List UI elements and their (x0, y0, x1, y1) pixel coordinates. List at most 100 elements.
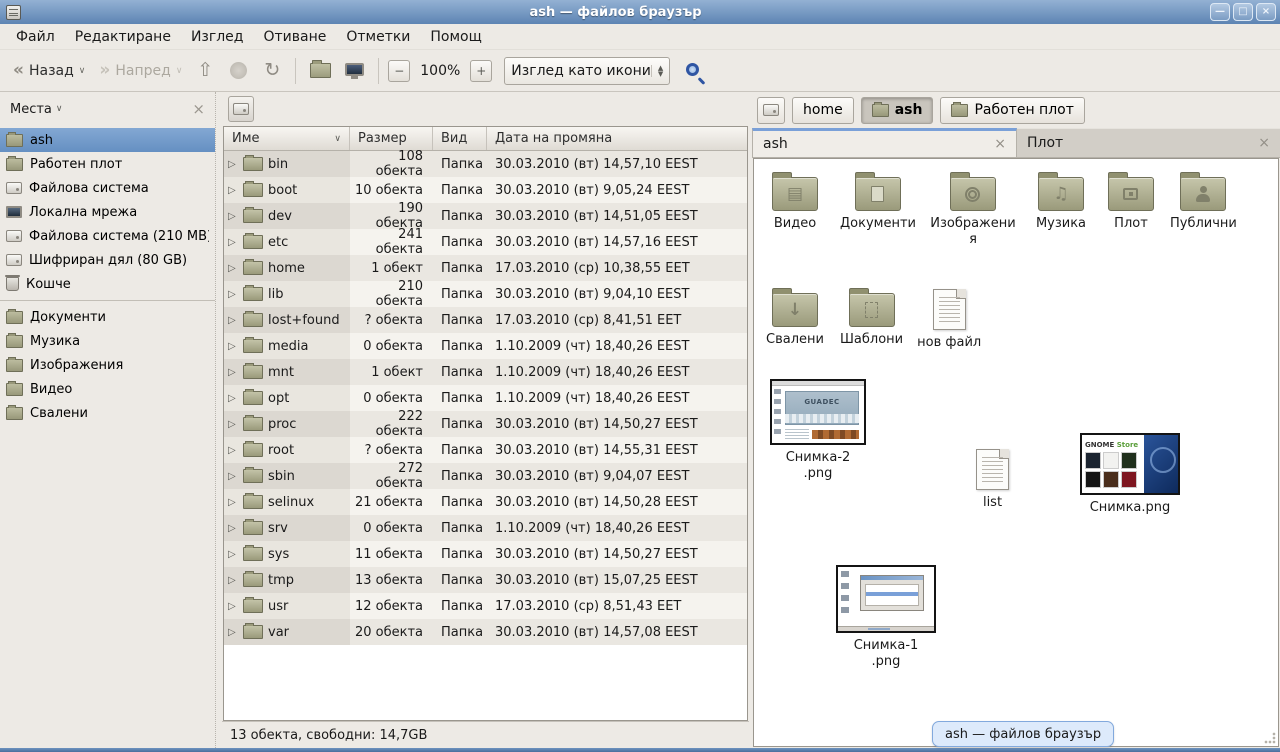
folder-music[interactable]: ♫Музика (1030, 171, 1092, 232)
table-row[interactable]: ▷media0 обектаПапка1.10.2009 (чт) 18,40,… (224, 333, 747, 359)
sidebar-item-filesystem-210mb[interactable]: Файлова система (210 MB) (0, 224, 215, 248)
file-snimka-1[interactable]: Снимка-1.png (836, 565, 936, 671)
table-row[interactable]: ▷etc241 обектаПапка30.03.2010 (вт) 14,57… (224, 229, 747, 255)
folder-desktop[interactable]: Плот (1106, 171, 1156, 232)
tab-close-icon[interactable]: × (994, 136, 1006, 152)
folder-pictures[interactable]: Изображения (930, 171, 1016, 249)
expander-icon[interactable]: ▷ (228, 497, 238, 508)
folder-templates[interactable]: Шаблони (840, 287, 903, 348)
expander-icon[interactable]: ▷ (228, 419, 238, 430)
table-row[interactable]: ▷opt0 обектаПапка1.10.2009 (чт) 18,40,26… (224, 385, 747, 411)
search-icon[interactable] (686, 63, 699, 76)
sidebar-item-encrypted[interactable]: Шифриран дял (80 GB) (0, 248, 215, 272)
sidebar-item-filesystem[interactable]: Файлова система (0, 176, 215, 200)
minimize-button[interactable]: — (1210, 3, 1230, 21)
table-row[interactable]: ▷tmp13 обектаПапка30.03.2010 (вт) 15,07,… (224, 567, 747, 593)
table-row[interactable]: ▷lost+found? обектаПапка17.03.2010 (ср) … (224, 307, 747, 333)
expander-icon[interactable]: ▷ (228, 471, 238, 482)
expander-icon[interactable]: ▷ (228, 263, 238, 274)
menu-file[interactable]: Файл (6, 26, 65, 48)
tab-ash[interactable]: ash× (752, 128, 1017, 157)
expander-icon[interactable]: ▷ (228, 575, 238, 586)
sidebar-close-icon[interactable]: × (192, 100, 205, 118)
title-bar[interactable]: ash — файлов браузър — □ × (0, 0, 1280, 24)
sidebar-item-home[interactable]: ash (0, 128, 215, 152)
forward-button[interactable]: » Напред ∨ (94, 58, 187, 83)
up-button[interactable]: ⇧ (191, 58, 219, 83)
sidebar-item-pictures[interactable]: Изображения (0, 353, 215, 377)
table-row[interactable]: ▷bin108 обектаПапка30.03.2010 (вт) 14,57… (224, 151, 747, 177)
sidebar-item-desktop[interactable]: Работен плот (0, 152, 215, 176)
menu-go[interactable]: Отиване (253, 26, 336, 48)
stop-button[interactable] (230, 62, 247, 79)
breadcrumb-desktop[interactable]: Работен плот (940, 97, 1084, 124)
expander-icon[interactable]: ▷ (228, 341, 238, 352)
forward-dropdown-icon[interactable]: ∨ (176, 66, 183, 76)
tab-close-icon[interactable]: × (1258, 135, 1270, 151)
table-row[interactable]: ▷boot10 обектаПапка30.03.2010 (вт) 9,05,… (224, 177, 747, 203)
icon-view[interactable]: ▤Видео Документи Изображения ♫Музика Пло… (753, 158, 1279, 747)
table-row[interactable]: ▷home1 обектПапка17.03.2010 (ср) 10,38,5… (224, 255, 747, 281)
table-row[interactable]: ▷sbin272 обектаПапка30.03.2010 (вт) 9,04… (224, 463, 747, 489)
column-header-size[interactable]: Размер (350, 127, 433, 150)
expander-icon[interactable]: ▷ (228, 211, 238, 222)
menu-help[interactable]: Помощ (420, 26, 491, 48)
back-dropdown-icon[interactable]: ∨ (79, 66, 86, 76)
table-row[interactable]: ▷srv0 обектаПапка1.10.2009 (чт) 18,40,26… (224, 515, 747, 541)
home-button[interactable] (305, 59, 336, 82)
resize-grip[interactable] (1264, 732, 1276, 744)
maximize-button[interactable]: □ (1233, 3, 1253, 21)
file-snimka[interactable]: GNOME Store Снимка.png (1080, 433, 1180, 516)
sidebar-item-downloads[interactable]: Свалени (0, 401, 215, 425)
back-button[interactable]: « Назад ∨ (8, 58, 90, 83)
expander-icon[interactable]: ▷ (228, 627, 238, 638)
expander-icon[interactable]: ▷ (228, 315, 238, 326)
expander-icon[interactable]: ▷ (228, 159, 238, 170)
view-mode-select[interactable]: Изглед като икони ▲▼ (504, 57, 670, 85)
reload-button[interactable]: ↻ (258, 58, 286, 83)
expander-icon[interactable]: ▷ (228, 601, 238, 612)
table-row[interactable]: ▷var20 обектаПапка30.03.2010 (вт) 14,57,… (224, 619, 747, 645)
menu-edit[interactable]: Редактиране (65, 26, 181, 48)
sidebar-item-music[interactable]: Музика (0, 329, 215, 353)
expander-icon[interactable]: ▷ (228, 523, 238, 534)
column-header-name[interactable]: Име∨ (224, 127, 350, 150)
column-header-date[interactable]: Дата на промяна (487, 127, 747, 150)
menu-view[interactable]: Изглед (181, 26, 254, 48)
expander-icon[interactable]: ▷ (228, 237, 238, 248)
file-new-file[interactable]: нов файл (917, 287, 981, 351)
expander-icon[interactable]: ▷ (228, 289, 238, 300)
file-list[interactable]: list (976, 449, 1009, 511)
column-header-type[interactable]: Вид (433, 127, 487, 150)
breadcrumb-home[interactable]: home (792, 97, 854, 124)
sidebar-item-network[interactable]: Локална мрежа (0, 200, 215, 224)
close-button[interactable]: × (1256, 3, 1276, 21)
computer-button[interactable] (340, 59, 369, 83)
tab-plot[interactable]: Плот× (1017, 128, 1280, 157)
sidebar-item-trash[interactable]: Кошче (0, 272, 215, 296)
root-location-button[interactable] (757, 97, 785, 124)
expander-icon[interactable]: ▷ (228, 367, 238, 378)
menu-bookmarks[interactable]: Отметки (336, 26, 420, 48)
folder-video[interactable]: ▤Видео (764, 171, 826, 232)
table-row[interactable]: ▷usr12 обектаПапка17.03.2010 (ср) 8,51,4… (224, 593, 747, 619)
folder-downloads[interactable]: ↓Свалени (764, 287, 826, 348)
expander-icon[interactable]: ▷ (228, 185, 238, 196)
table-row[interactable]: ▷proc222 обектаПапка30.03.2010 (вт) 14,5… (224, 411, 747, 437)
zoom-in-button[interactable]: + (470, 60, 492, 82)
breadcrumb-ash[interactable]: ash (861, 97, 934, 124)
table-row[interactable]: ▷root? обектаПапка30.03.2010 (вт) 14,55,… (224, 437, 747, 463)
table-row[interactable]: ▷selinux21 обектаПапка30.03.2010 (вт) 14… (224, 489, 747, 515)
table-row[interactable]: ▷mnt1 обектПапка1.10.2009 (чт) 18,40,26 … (224, 359, 747, 385)
table-row[interactable]: ▷dev190 обектаПапка30.03.2010 (вт) 14,51… (224, 203, 747, 229)
sidebar-dropdown-icon[interactable]: ∨ (56, 104, 63, 114)
sidebar-item-video[interactable]: Видео (0, 377, 215, 401)
table-row[interactable]: ▷lib210 обектаПапка30.03.2010 (вт) 9,04,… (224, 281, 747, 307)
sidebar-item-documents[interactable]: Документи (0, 305, 215, 329)
file-snimka-2[interactable]: GUADEC Снимка-2.png (770, 379, 866, 483)
expander-icon[interactable]: ▷ (228, 549, 238, 560)
folder-documents[interactable]: Документи (840, 171, 916, 232)
expander-icon[interactable]: ▷ (228, 393, 238, 404)
zoom-out-button[interactable]: − (388, 60, 410, 82)
table-row[interactable]: ▷sys11 обектаПапка30.03.2010 (вт) 14,50,… (224, 541, 747, 567)
